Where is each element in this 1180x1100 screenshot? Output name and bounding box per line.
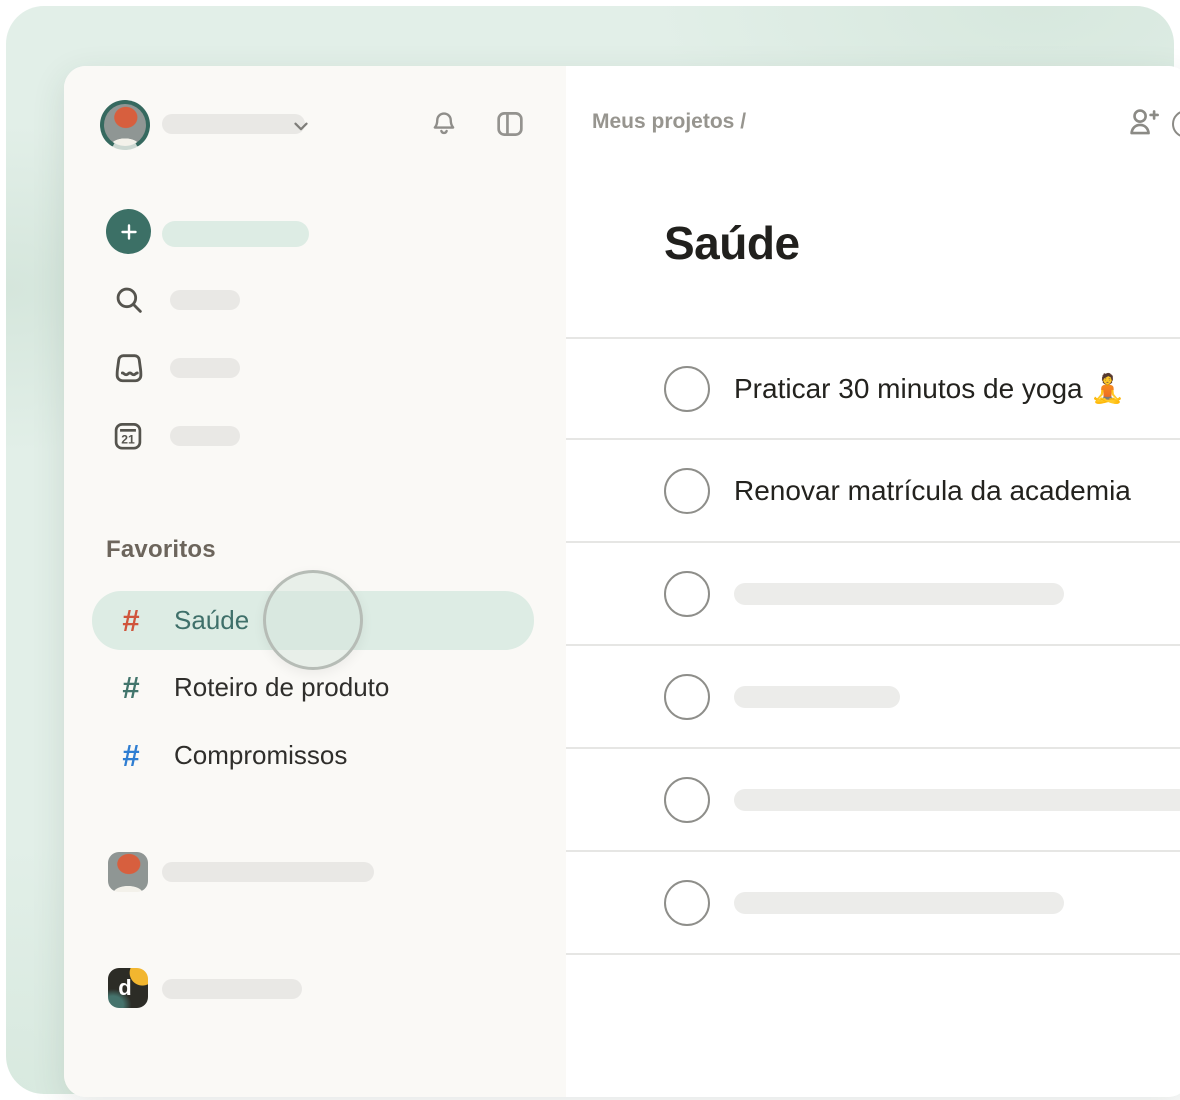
task-title-placeholder: [734, 583, 1064, 605]
project-hash-icon: #: [118, 670, 144, 706]
task-row: [566, 852, 1180, 955]
project-hash-icon: #: [118, 738, 144, 774]
chevron-down-icon[interactable]: [290, 115, 312, 137]
today-day-number: 21: [121, 433, 135, 447]
sidebar-item-label: Compromissos: [174, 740, 347, 771]
today-label-placeholder: [170, 426, 240, 446]
sidebar: 21 Favoritos # Saúde # Roteiro de produt…: [64, 66, 566, 1097]
task-row: [566, 646, 1180, 749]
user-avatar-image: [104, 104, 146, 146]
member-avatar[interactable]: [108, 852, 148, 892]
task-checkbox[interactable]: [664, 366, 710, 412]
inbox-icon[interactable]: [111, 350, 147, 386]
sidebar-item-label: Saúde: [174, 605, 249, 636]
task-title[interactable]: Renovar matrícula da academia: [734, 475, 1131, 507]
user-avatar[interactable]: [100, 100, 150, 150]
notifications-bell-icon[interactable]: [429, 109, 459, 139]
sidebar-toggle-icon[interactable]: [492, 107, 528, 141]
sidebar-item-label: Roteiro de produto: [174, 672, 389, 703]
breadcrumb[interactable]: Meus projetos /: [592, 110, 746, 134]
account-name-placeholder: [162, 114, 305, 134]
workspace-name-placeholder: [162, 979, 302, 999]
search-label-placeholder: [170, 290, 240, 310]
workspace-logo-glyph: d: [118, 975, 131, 1001]
plus-icon: [117, 220, 141, 244]
task-row: [566, 543, 1180, 646]
task-title-placeholder: [734, 789, 1180, 811]
task-title-placeholder: [734, 686, 900, 708]
task-title-placeholder: [734, 892, 1064, 914]
desktop: 21 Favoritos # Saúde # Roteiro de produt…: [0, 0, 1180, 1100]
favorites-heading: Favoritos: [106, 536, 216, 564]
inbox-label-placeholder: [170, 358, 240, 378]
partial-toolbar-icon[interactable]: [1172, 110, 1180, 138]
task-row: [566, 749, 1180, 852]
member-name-placeholder: [162, 862, 374, 882]
main-content: Meus projetos / Saúde Praticar 30 minuto…: [566, 66, 1180, 1097]
invite-people-icon[interactable]: [1124, 104, 1162, 140]
task-title[interactable]: Praticar 30 minutos de yoga 🧘: [734, 372, 1125, 405]
app-window: 21 Favoritos # Saúde # Roteiro de produt…: [64, 66, 1180, 1097]
task-row: Renovar matrícula da academia: [566, 440, 1180, 543]
project-title: Saúde: [664, 216, 800, 270]
sidebar-item-roteiro-de-produto[interactable]: # Roteiro de produto: [92, 658, 534, 717]
today-calendar-icon[interactable]: 21: [111, 419, 145, 453]
search-icon[interactable]: [112, 283, 146, 317]
workspace-logo[interactable]: d: [108, 968, 148, 1008]
add-task-button[interactable]: [106, 209, 151, 254]
task-checkbox[interactable]: [664, 571, 710, 617]
task-checkbox[interactable]: [664, 880, 710, 926]
add-task-label-placeholder: [162, 221, 309, 247]
project-hash-icon: #: [118, 603, 144, 639]
sidebar-item-compromissos[interactable]: # Compromissos: [92, 726, 534, 785]
task-checkbox[interactable]: [664, 777, 710, 823]
task-list: Praticar 30 minutos de yoga 🧘 Renovar ma…: [566, 337, 1180, 955]
task-row: Praticar 30 minutos de yoga 🧘: [566, 337, 1180, 440]
task-checkbox[interactable]: [664, 468, 710, 514]
task-checkbox[interactable]: [664, 674, 710, 720]
sidebar-item-saude[interactable]: # Saúde: [92, 591, 534, 650]
